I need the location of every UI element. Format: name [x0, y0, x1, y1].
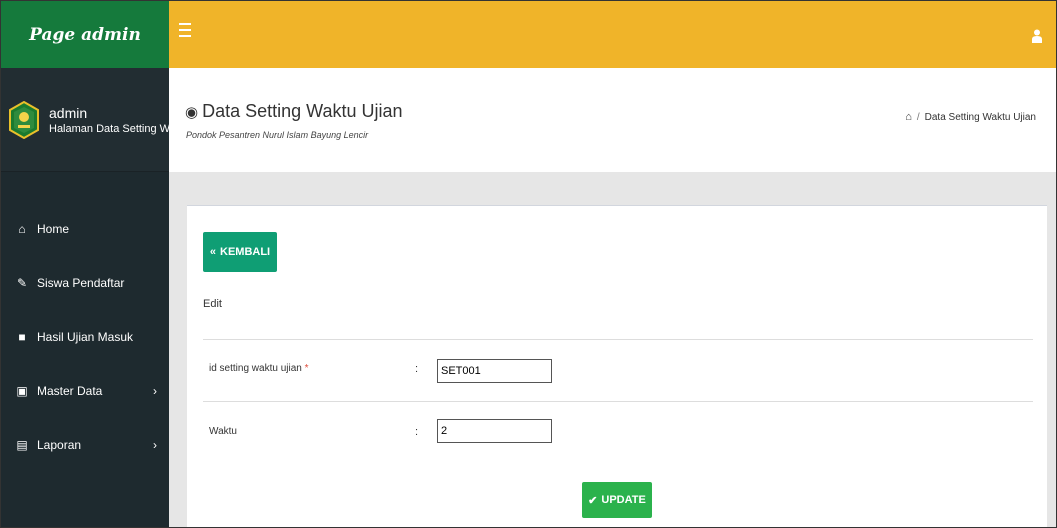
sidebar-item-master-data[interactable]: ▣ Master Data › [1, 364, 169, 418]
dashboard-icon: ◉ [185, 103, 199, 121]
update-button-label: UPDATE [601, 494, 646, 506]
sidebar-item-label: Master Data [37, 384, 103, 398]
back-button[interactable]: « KEMBALI [203, 232, 277, 272]
page-title: ◉ Data Setting Waktu Ujian [185, 101, 403, 122]
check-icon: ✔ [588, 494, 598, 507]
menu-toggle-icon[interactable] [179, 23, 191, 37]
page-subtitle: Pondok Pesantren Nurul Islam Bayung Lenc… [186, 130, 369, 140]
user-panel: admin Halaman Data Setting Waktu Ujian [1, 68, 169, 172]
breadcrumb: ⌂ / Data Setting Waktu Ujian [905, 111, 1036, 123]
sidebar-item-label: Laporan [37, 438, 82, 452]
chevron-right-icon: › [153, 438, 157, 452]
page-title-text: Data Setting Waktu Ujian [202, 101, 403, 121]
id-setting-label: id setting waktu ujian * [209, 363, 309, 374]
sidebar-item-siswa-pendaftar[interactable]: ✎ Siswa Pendaftar [1, 256, 169, 310]
pencil-icon: ✎ [16, 276, 28, 290]
sidebar-item-laporan[interactable]: ▤ Laporan › [1, 418, 169, 472]
calendar-icon: ▤ [16, 438, 28, 452]
brand-logo[interactable]: Page admin [1, 1, 169, 68]
app-window: Page admin admin Halaman Data Setting Wa… [0, 0, 1057, 528]
edit-icon: ▣ [16, 384, 28, 398]
sidebar-item-home[interactable]: ⌂ Home [1, 202, 169, 256]
sidebar-item-label: Hasil Ujian Masuk [37, 330, 134, 344]
sidebar-item-label: Home [37, 222, 70, 236]
sidebar-item-label: Siswa Pendaftar [37, 276, 125, 290]
edit-form-box: « KEMBALI Edit id setting waktu ujian * … [187, 205, 1047, 527]
sidebar-item-hasil-ujian-masuk[interactable]: ■ Hasil Ujian Masuk [1, 310, 169, 364]
breadcrumb-separator: / [916, 111, 920, 123]
home-icon: ⌂ [18, 222, 26, 236]
divider [203, 339, 1033, 340]
colon: : [415, 363, 419, 375]
back-button-label: KEMBALI [220, 246, 271, 258]
user-name: admin [49, 104, 88, 121]
sidebar: Page admin admin Halaman Data Setting Wa… [1, 1, 169, 527]
breadcrumb-current[interactable]: Data Setting Waktu Ujian [925, 112, 1036, 123]
id-setting-input[interactable] [437, 359, 552, 383]
user-subtitle: Halaman Data Setting Waktu Ujian [49, 122, 169, 135]
chevron-right-icon: › [153, 384, 157, 398]
home-icon[interactable]: ⌂ [905, 111, 912, 123]
brand-title: Page admin [29, 24, 141, 45]
top-navbar [169, 1, 1056, 68]
user-icon[interactable] [1032, 29, 1042, 43]
update-button[interactable]: ✔ UPDATE [582, 482, 652, 518]
colon: : [415, 426, 419, 438]
waktu-label: Waktu [209, 426, 237, 437]
content-header: ◉ Data Setting Waktu Ujian Pondok Pesant… [169, 68, 1056, 172]
divider [203, 401, 1033, 402]
kemenag-logo-icon [9, 100, 39, 139]
section-label: Edit [203, 298, 222, 310]
sidebar-menu: ⌂ Home ✎ Siswa Pendaftar ■ Hasil Ujian M… [1, 202, 169, 472]
double-chevron-left-icon: « [209, 246, 216, 258]
required-mark: * [304, 363, 309, 374]
book-icon: ■ [18, 330, 26, 344]
waktu-input[interactable] [437, 419, 552, 443]
